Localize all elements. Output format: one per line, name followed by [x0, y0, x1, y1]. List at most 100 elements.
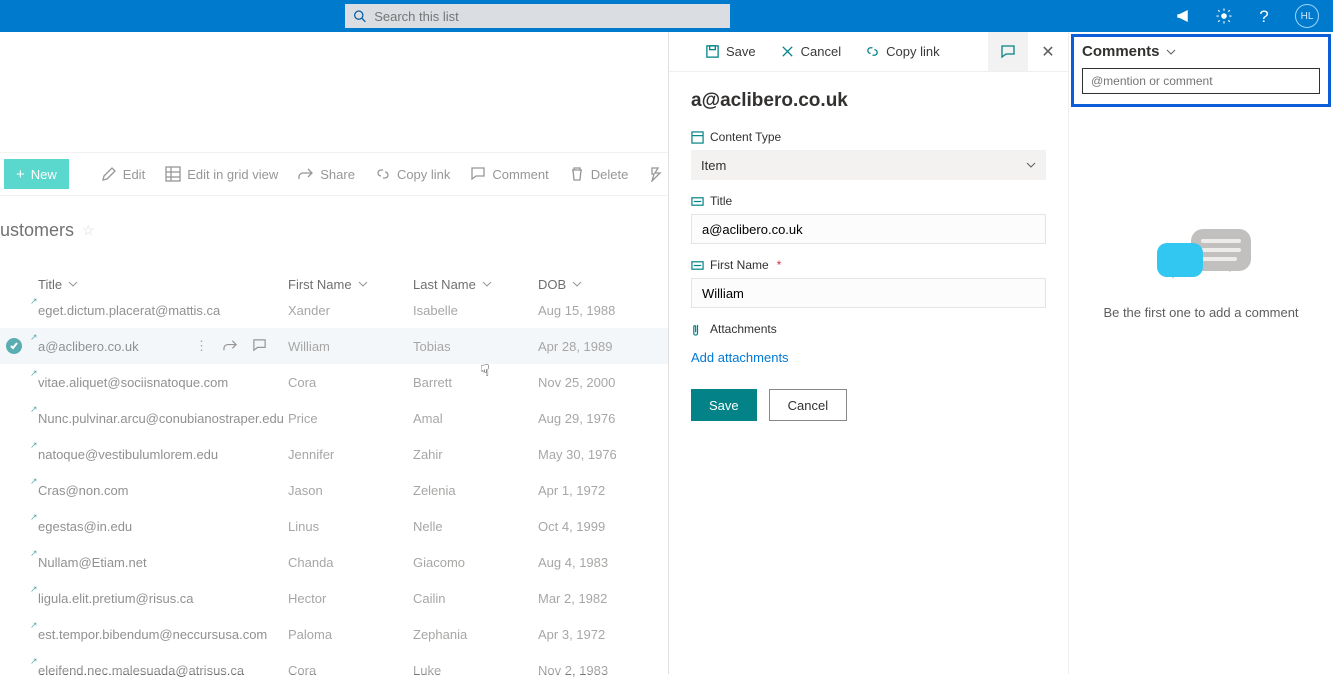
col-lastname[interactable]: Last Name — [413, 277, 538, 292]
cell-firstname: Xander — [288, 303, 413, 318]
cell-lastname: Zahir — [413, 447, 538, 462]
label-firstname: First Name* — [691, 258, 1046, 272]
close-icon — [780, 44, 795, 59]
suite-right: ? HL — [1175, 4, 1333, 28]
panel-save-button[interactable]: Save — [695, 32, 766, 72]
label-title: Title — [691, 194, 1046, 208]
save-icon — [705, 44, 720, 59]
cell-dob: Apr 3, 1972 — [538, 627, 658, 642]
row-comment-icon[interactable] — [252, 338, 267, 353]
cell-firstname: Jason — [288, 483, 413, 498]
cell-title: Nunc.pulvinar.arcu@conubianostraper.edu — [38, 411, 288, 426]
row-more-icon[interactable]: ⋮ — [195, 338, 209, 354]
share-mark-icon: ↗ — [30, 440, 38, 451]
cell-title: eget.dictum.placerat@mattis.ca — [38, 303, 288, 318]
chevron-down-icon — [358, 279, 368, 289]
copylink-button[interactable]: Copy link — [365, 152, 460, 196]
grid-edit-button[interactable]: Edit in grid view — [155, 152, 288, 196]
cell-lastname: Zelenia — [413, 483, 538, 498]
cell-dob: May 30, 1976 — [538, 447, 658, 462]
col-firstname[interactable]: First Name — [288, 277, 413, 292]
cell-dob: Mar 2, 1982 — [538, 591, 658, 606]
contenttype-value: Item — [701, 158, 726, 173]
cell-lastname: Tobias — [413, 339, 538, 354]
search-box[interactable] — [345, 4, 730, 28]
share-button[interactable]: Share — [288, 152, 365, 196]
firstname-input[interactable] — [691, 278, 1046, 308]
cell-title: ligula.elit.pretium@risus.ca — [38, 591, 288, 606]
delete-icon — [569, 166, 585, 182]
list-title-text: ustomers — [0, 220, 74, 241]
cell-lastname: Barrett — [413, 375, 538, 390]
chat-illustration-icon — [1151, 229, 1251, 289]
edit-button[interactable]: Edit — [91, 152, 155, 196]
share-mark-icon: ↗ — [30, 404, 38, 415]
search-input[interactable] — [374, 9, 722, 24]
comments-empty-text: Be the first one to add a comment — [1103, 305, 1298, 320]
search-icon — [353, 9, 366, 23]
title-icon — [691, 195, 704, 208]
row-share-icon[interactable] — [223, 338, 238, 353]
cell-title: Nullam@Etiam.net — [38, 555, 288, 570]
panel-close-button[interactable]: ✕ — [1028, 42, 1068, 62]
comments-heading[interactable]: Comments — [1082, 43, 1320, 60]
cell-lastname: Isabelle — [413, 303, 538, 318]
comment-icon — [470, 166, 486, 182]
cell-firstname: Cora — [288, 375, 413, 390]
label-attachments: Attachments — [691, 322, 1046, 336]
edit-icon — [101, 166, 117, 182]
cell-dob: Nov 2, 1983 — [538, 663, 658, 678]
share-mark-icon: ↗ — [30, 548, 38, 559]
item-title: a@aclibero.co.uk — [691, 90, 1046, 112]
gear-icon[interactable] — [1215, 7, 1233, 25]
cell-firstname: Hector — [288, 591, 413, 606]
share-mark-icon: ↗ — [30, 620, 38, 631]
panel-header: Save Cancel Copy link ✕ — [669, 32, 1068, 72]
chevron-down-icon — [572, 279, 582, 289]
chevron-down-icon — [482, 279, 492, 289]
contenttype-select[interactable]: Item — [691, 150, 1046, 180]
megaphone-icon[interactable] — [1175, 7, 1193, 25]
cell-firstname: Jennifer — [288, 447, 413, 462]
label-contenttype: Content Type — [691, 130, 1046, 144]
panel-body: a@aclibero.co.uk Content Type Item Title… — [669, 72, 1068, 439]
cell-dob: Aug 29, 1976 — [538, 411, 658, 426]
share-mark-icon: ↗ — [30, 476, 38, 487]
chevron-down-icon — [1026, 160, 1036, 170]
delete-button[interactable]: Delete — [559, 152, 639, 196]
chevron-down-icon — [68, 279, 78, 289]
favorite-icon[interactable]: ☆ — [82, 222, 95, 239]
add-attachments-link[interactable]: Add attachments — [691, 350, 789, 365]
grid-icon — [165, 166, 181, 182]
cell-dob: Aug 15, 1988 — [538, 303, 658, 318]
panel-copylink-button[interactable]: Copy link — [855, 32, 949, 72]
col-title[interactable]: Title — [38, 277, 288, 292]
link-icon — [375, 166, 391, 182]
cell-lastname: Giacomo — [413, 555, 538, 570]
comment-input[interactable] — [1082, 68, 1320, 94]
cell-title: eleifend.nec.malesuada@atrisus.ca — [38, 663, 288, 678]
cell-title: natoque@vestibulumlorem.edu — [38, 447, 288, 462]
cell-dob: Apr 28, 1989 — [538, 339, 658, 354]
row-check-icon[interactable] — [6, 338, 22, 354]
form-cancel-button[interactable]: Cancel — [769, 389, 847, 421]
avatar[interactable]: HL — [1295, 4, 1319, 28]
col-dob[interactable]: DOB — [538, 277, 658, 292]
cell-firstname: Chanda — [288, 555, 413, 570]
help-icon[interactable]: ? — [1255, 7, 1273, 25]
cell-title: Cras@non.com — [38, 483, 288, 498]
new-button[interactable]: + New — [4, 159, 69, 189]
share-mark-icon: ↗ — [30, 296, 38, 307]
comments-toggle[interactable] — [988, 32, 1028, 71]
share-mark-icon: ↗ — [30, 512, 38, 523]
share-icon — [298, 166, 314, 182]
share-mark-icon: ↗ — [30, 656, 38, 667]
panel-cancel-button[interactable]: Cancel — [770, 32, 851, 72]
form-save-button[interactable]: Save — [691, 389, 757, 421]
cell-firstname: Cora — [288, 663, 413, 678]
comment-button[interactable]: Comment — [460, 152, 558, 196]
automate-icon — [648, 166, 664, 182]
comment-icon — [1000, 44, 1016, 60]
title-input[interactable] — [691, 214, 1046, 244]
cell-firstname: Linus — [288, 519, 413, 534]
